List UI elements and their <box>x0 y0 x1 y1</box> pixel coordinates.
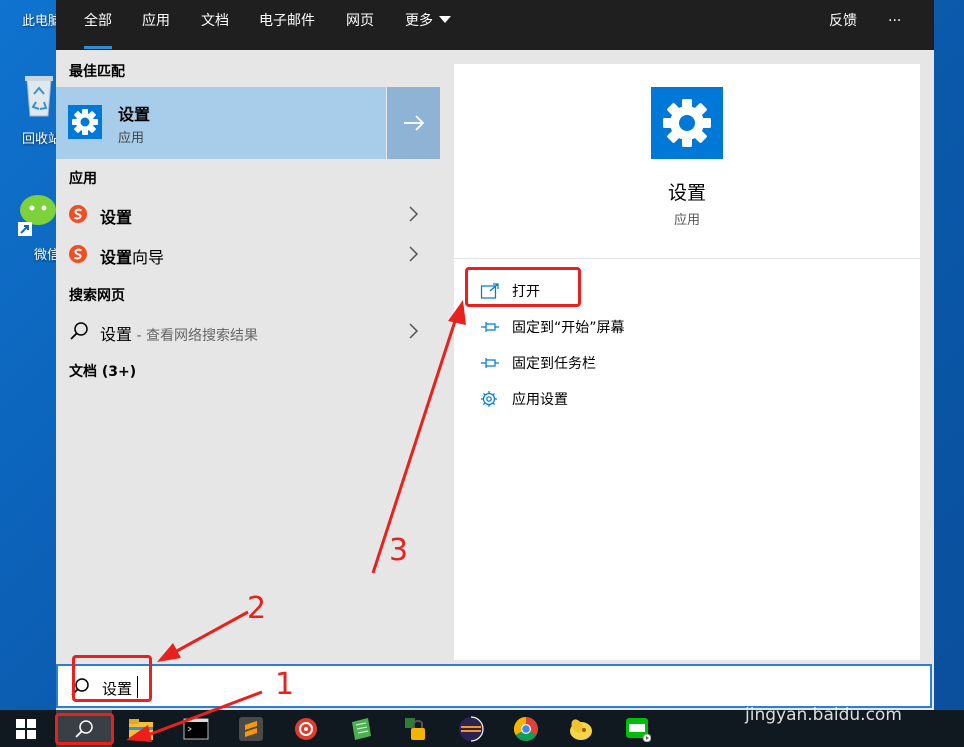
chevron-right-icon <box>409 323 419 339</box>
best-match-title: 设置 <box>118 105 151 124</box>
chrome-icon[interactable] <box>513 716 539 742</box>
tab-more[interactable]: 更多 <box>405 0 451 50</box>
detail-divider <box>454 258 920 259</box>
recycle-bin-icon <box>25 76 53 117</box>
detail-subtitle: 应用 <box>673 213 700 228</box>
best-match-heading: 最佳匹配 <box>69 64 125 80</box>
sogou-app-icon <box>69 205 87 223</box>
search-input[interactable]: 设置 <box>102 678 132 699</box>
annotation-step-1: 1 <box>275 667 295 702</box>
gear-icon <box>481 391 497 407</box>
terminal-icon[interactable] <box>183 716 209 742</box>
tab-apps[interactable]: 应用 <box>142 0 170 50</box>
settings-gear-icon-large <box>651 87 723 159</box>
taskbar-search-button[interactable] <box>56 710 112 747</box>
baidu-watermark-url: jingyan.baidu.com <box>745 705 902 725</box>
baidu-watermark-logo: Bai du 经验 <box>740 672 918 707</box>
sublime-text-icon[interactable] <box>238 716 264 742</box>
web-search-label: 设置 - 查看网络搜索结果 <box>100 325 258 344</box>
chevron-right-icon <box>409 246 419 262</box>
game-app-icon[interactable] <box>568 716 594 742</box>
pin-to-taskbar-label: 固定到任务栏 <box>512 356 596 372</box>
web-search-heading: 搜索网页 <box>69 288 125 304</box>
best-match-item[interactable]: 设置 应用 <box>56 87 386 159</box>
best-match-expand-button[interactable] <box>387 87 440 159</box>
eclipse-icon[interactable] <box>458 716 484 742</box>
search-tabs-bar: 全部 应用 文档 电子邮件 网页 更多 反馈 ··· <box>56 0 934 50</box>
notes-app-icon[interactable] <box>348 716 374 742</box>
app-result-settings[interactable]: 设置 <box>56 195 440 235</box>
pin-icon <box>481 322 499 332</box>
search-icon <box>70 322 88 340</box>
apps-heading: 应用 <box>69 171 97 187</box>
pin-to-start-label: 固定到“开始”屏幕 <box>512 320 625 336</box>
feedback-link[interactable]: 反馈 <box>829 0 857 50</box>
annotation-step-3: 3 <box>389 533 409 568</box>
snail-app-icon[interactable] <box>293 716 319 742</box>
search-icon <box>71 678 89 696</box>
open-action-label: 打开 <box>512 284 540 300</box>
detail-pane: 设置 应用 打开 固定到“开始”屏幕 固定到任务栏 应用设置 <box>454 64 920 660</box>
settings-gear-icon <box>68 105 102 139</box>
chevron-down-icon <box>439 16 451 23</box>
pin-icon <box>481 358 499 368</box>
arrow-right-icon <box>404 115 425 131</box>
vpn-lock-icon[interactable] <box>403 716 429 742</box>
app-result-label: 设置向导 <box>100 248 165 267</box>
app-result-label: 设置 <box>100 208 133 227</box>
app-result-settings-wizard[interactable]: 设置向导 <box>56 235 440 275</box>
more-options-button[interactable]: ··· <box>888 0 901 50</box>
tab-web[interactable]: 网页 <box>346 0 374 50</box>
chevron-right-icon <box>409 206 419 222</box>
sogou-app-icon <box>69 245 87 263</box>
documents-heading[interactable]: 文档 (3+) <box>69 361 136 381</box>
tab-more-label: 更多 <box>405 13 433 29</box>
search-icon <box>75 720 93 738</box>
annotation-step-2: 2 <box>247 591 267 626</box>
search-panel: 全部 应用 文档 电子邮件 网页 更多 反馈 ··· 最佳匹配 设置 应用 应用… <box>56 0 934 710</box>
best-match-subtitle: 应用 <box>118 131 145 146</box>
detail-title: 设置 <box>667 182 706 204</box>
open-icon <box>480 283 499 299</box>
windows-start-icon[interactable] <box>16 719 36 739</box>
tab-documents[interactable]: 文档 <box>201 0 229 50</box>
app-settings-label: 应用设置 <box>512 392 568 408</box>
results-list: 最佳匹配 设置 应用 应用 设置 设置向导 搜索网页 设置 - 查看网络搜索结果… <box>56 50 440 660</box>
tab-all[interactable]: 全部 <box>84 0 112 50</box>
file-explorer-icon[interactable] <box>128 716 154 742</box>
web-search-result[interactable]: 设置 - 查看网络搜索结果 <box>56 312 440 352</box>
iqiyi-icon[interactable] <box>625 716 651 742</box>
text-caret <box>137 676 138 698</box>
tab-email[interactable]: 电子邮件 <box>259 0 315 50</box>
